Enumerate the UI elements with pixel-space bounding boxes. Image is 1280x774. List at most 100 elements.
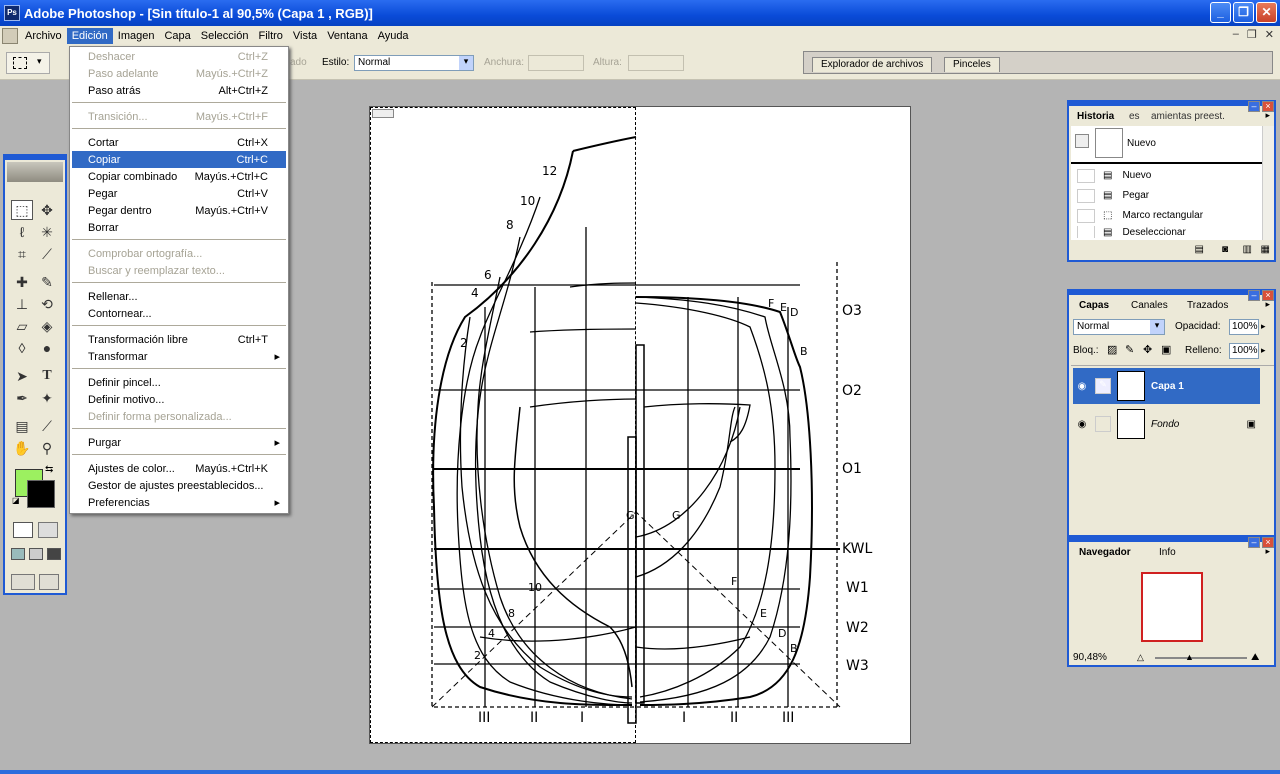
menu-item-ajustes-color[interactable]: Ajustes de color... Mayús.+Ctrl+K xyxy=(72,460,286,477)
brush-link-icon[interactable]: ✎ xyxy=(1095,378,1111,394)
menu-item-copiar-combinado[interactable]: Copiar combinado Mayús.+Ctrl+C xyxy=(72,168,286,185)
close-button[interactable]: ✕ xyxy=(1256,2,1277,23)
doc-close-button[interactable]: ✕ xyxy=(1265,28,1274,41)
snapshot-label[interactable]: Nuevo xyxy=(1127,138,1156,149)
panel-menu-icon[interactable]: ▸ xyxy=(1265,299,1270,310)
menu-item-transformar[interactable]: Transformar ▸ xyxy=(72,348,286,365)
history-brush-tool-icon[interactable]: ⟲ xyxy=(36,294,58,314)
history-item[interactable]: ⬚ Marco rectangular xyxy=(1073,206,1263,225)
type-tool-icon[interactable]: T xyxy=(36,366,58,386)
tab-historia[interactable]: Historia xyxy=(1077,110,1114,124)
slice-tool-icon[interactable]: ⟋ xyxy=(36,244,58,264)
menu-item-definir-pincel[interactable]: Definir pincel... xyxy=(72,374,286,391)
anchura-input[interactable] xyxy=(528,55,584,71)
menu-item-transicion[interactable]: Transición... Mayús.+Ctrl+F xyxy=(72,108,286,125)
menu-item-rellenar[interactable]: Rellenar... xyxy=(72,288,286,305)
zoom-in-icon[interactable]: ⛰ xyxy=(1251,652,1259,663)
doc-restore-button[interactable]: ❐ xyxy=(1247,28,1257,41)
tab-trazados[interactable]: Trazados xyxy=(1187,299,1228,313)
menu-item-purgar[interactable]: Purgar ▸ xyxy=(72,434,286,451)
screen-mode-full-icon[interactable] xyxy=(47,548,61,560)
visibility-eye-icon[interactable]: ◉ xyxy=(1073,381,1091,392)
paint-bucket-tool-icon[interactable]: ◈ xyxy=(36,316,58,336)
photoshop-feather-icon[interactable] xyxy=(7,162,63,182)
crop-tool-icon[interactable]: ⌗ xyxy=(11,244,33,264)
doc-minimize-button[interactable]: – xyxy=(1233,28,1239,41)
snapshot-camera-icon[interactable]: ◙ xyxy=(1222,244,1228,255)
menu-item-deshacer[interactable]: Deshacer Ctrl+Z xyxy=(72,48,286,65)
lock-all-icon[interactable]: ▣ xyxy=(1161,343,1171,356)
pen-tool-icon[interactable]: ✒ xyxy=(11,388,33,408)
tab-info[interactable]: Info xyxy=(1159,546,1176,560)
clone-stamp-tool-icon[interactable]: ⊥ xyxy=(11,294,33,314)
background-color-swatch[interactable] xyxy=(27,480,55,508)
tab-navegador[interactable]: Navegador xyxy=(1079,546,1131,560)
rect-marquee-tool-icon[interactable]: ⬚ xyxy=(11,200,33,220)
eraser-tool-icon[interactable]: ▱ xyxy=(11,316,33,336)
panel-minimize-button[interactable]: – xyxy=(1248,537,1260,548)
eyedropper-tool-icon[interactable]: ⟋ xyxy=(36,416,58,436)
menu-item-transformacion-libre[interactable]: Transformación libre Ctrl+T xyxy=(72,331,286,348)
menu-seleccion[interactable]: Selección xyxy=(196,28,254,44)
imageready-icon[interactable] xyxy=(39,574,59,590)
fill-arrow-icon[interactable]: ▸ xyxy=(1261,345,1266,356)
menu-imagen[interactable]: Imagen xyxy=(113,28,160,44)
zoom-value[interactable]: 90,48% xyxy=(1073,652,1107,663)
menu-ventana[interactable]: Ventana xyxy=(322,28,372,44)
new-document-icon[interactable]: ▤ xyxy=(1195,244,1204,255)
notes-tool-icon[interactable]: ▤ xyxy=(11,416,33,436)
menu-item-definir-motivo[interactable]: Definir motivo... xyxy=(72,391,286,408)
lock-move-icon[interactable]: ✥ xyxy=(1143,343,1152,356)
panel-minimize-button[interactable]: – xyxy=(1248,290,1260,301)
zoom-tool-icon[interactable]: ⚲ xyxy=(36,438,58,458)
panel-menu-icon[interactable]: ▸ xyxy=(1265,546,1270,557)
hand-tool-icon[interactable]: ✋ xyxy=(11,438,33,458)
menu-archivo[interactable]: Archivo xyxy=(20,28,67,44)
marquee-preset-button[interactable]: ▾ xyxy=(6,52,50,74)
menu-edicion[interactable]: Edición xyxy=(66,28,113,44)
menu-item-definir-forma[interactable]: Definir forma personalizada... xyxy=(72,408,286,425)
menu-item-contornear[interactable]: Contornear... xyxy=(72,305,286,322)
menu-item-pegar[interactable]: Pegar Ctrl+V xyxy=(72,185,286,202)
lock-brush-icon[interactable]: ✎ xyxy=(1125,343,1134,356)
document-icon[interactable] xyxy=(2,28,18,44)
tab-explorador-archivos[interactable]: Explorador de archivos xyxy=(812,57,933,72)
default-colors-icon[interactable]: ◪ xyxy=(12,496,20,505)
tab-canales[interactable]: Canales xyxy=(1131,299,1168,313)
opacity-arrow-icon[interactable]: ▸ xyxy=(1261,321,1266,332)
tab-pinceles[interactable]: Pinceles xyxy=(944,57,1000,72)
menu-item-gestor-ajustes[interactable]: Gestor de ajustes preestablecidos... xyxy=(72,477,286,494)
opacity-input[interactable]: 100% xyxy=(1229,319,1259,335)
dodge-tool-icon[interactable]: ● xyxy=(36,338,58,358)
panel-menu-icon[interactable]: ▸ xyxy=(1265,110,1270,121)
menu-item-copiar[interactable]: Copiar Ctrl+C xyxy=(72,151,286,168)
zoom-out-icon[interactable]: △ xyxy=(1137,652,1144,663)
layer-row[interactable]: ◉ Fondo ▣ xyxy=(1073,406,1260,442)
maximize-button[interactable]: ❐ xyxy=(1233,2,1254,23)
layer-link-slot[interactable] xyxy=(1095,416,1111,432)
magic-wand-tool-icon[interactable]: ✳ xyxy=(36,222,58,242)
swap-colors-icon[interactable]: ⇆ xyxy=(45,464,53,475)
blend-mode-select[interactable]: Normal ▾ xyxy=(1073,319,1165,335)
menu-item-comprobar-ortografia[interactable]: Comprobar ortografía... xyxy=(72,245,286,262)
brush-tool-icon[interactable]: ✎ xyxy=(36,272,58,292)
menu-ayuda[interactable]: Ayuda xyxy=(373,28,414,44)
menu-item-paso-atras[interactable]: Paso atrás Alt+Ctrl+Z xyxy=(72,82,286,99)
menu-filtro[interactable]: Filtro xyxy=(253,28,287,44)
panel-minimize-button[interactable]: – xyxy=(1248,101,1260,112)
zoom-slider-handle-icon[interactable]: ▲ xyxy=(1185,652,1194,662)
zoom-slider[interactable] xyxy=(1155,657,1247,659)
menu-item-buscar-reemplazar[interactable]: Buscar y reemplazar texto... xyxy=(72,262,286,279)
menu-item-preferencias[interactable]: Preferencias ▸ xyxy=(72,494,286,511)
trash-icon[interactable]: ▦ xyxy=(1261,244,1270,255)
menu-item-borrar[interactable]: Borrar xyxy=(72,219,286,236)
blur-tool-icon[interactable]: ◊ xyxy=(11,338,33,358)
move-tool-icon[interactable]: ✥ xyxy=(36,200,58,220)
tab-capas[interactable]: Capas xyxy=(1079,299,1109,313)
tab-herramientas-preest[interactable]: amientas preest. xyxy=(1151,110,1225,124)
navigator-preview[interactable] xyxy=(1141,572,1203,642)
history-item[interactable]: ▤ Pegar xyxy=(1073,186,1263,205)
path-selection-tool-icon[interactable]: ➤ xyxy=(11,366,33,386)
screen-mode-menu-icon[interactable] xyxy=(29,548,43,560)
altura-input[interactable] xyxy=(628,55,684,71)
